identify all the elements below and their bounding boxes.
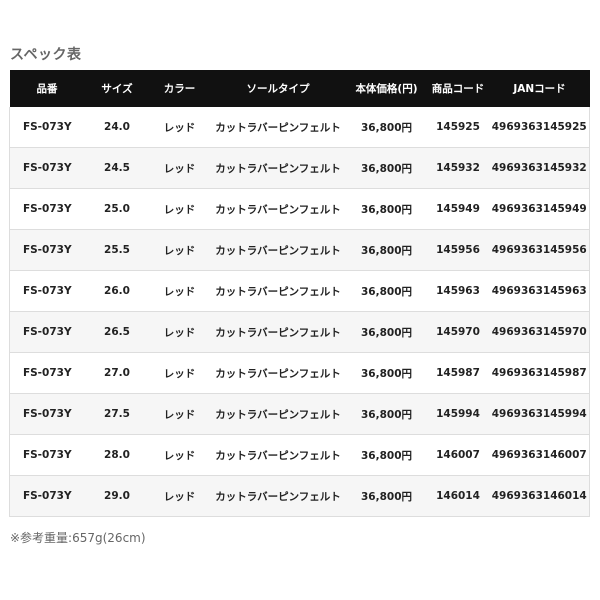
header-size: サイズ — [84, 70, 150, 107]
cell-price: 36,800円 — [346, 107, 427, 148]
cell-sole-type: カットラバーピンフェルト — [209, 270, 347, 312]
cell-size: 24.5 — [84, 147, 150, 189]
cell-product-code: 145963 — [426, 270, 490, 312]
cell-sole-type: カットラバーピンフェルト — [209, 393, 347, 435]
cell-part-number: FS-073Y — [9, 107, 85, 148]
header-sole-type: ソールタイプ — [209, 70, 347, 107]
cell-jan-code: 4969363145925 — [489, 107, 590, 148]
cell-jan-code: 4969363145963 — [489, 270, 590, 312]
cell-sole-type: カットラバーピンフェルト — [209, 229, 347, 271]
table-row: FS-073Y 27.5 レッド カットラバーピンフェルト 36,800円 145994 4… — [9, 393, 590, 435]
cell-jan-code: 4969363145949 — [489, 188, 590, 230]
cell-jan-code: 4969363146007 — [489, 434, 590, 476]
cell-product-code: 145987 — [426, 352, 490, 394]
cell-price: 36,800円 — [346, 434, 427, 476]
spec-table: 品番 サイズ カラー ソールタイプ 本体価格(円) 商品コード JANコード F… — [9, 70, 590, 517]
cell-color: レッド — [149, 107, 210, 148]
cell-size: 28.0 — [84, 434, 150, 476]
cell-part-number: FS-073Y — [9, 475, 85, 517]
cell-price: 36,800円 — [346, 147, 427, 189]
cell-part-number: FS-073Y — [9, 393, 85, 435]
cell-part-number: FS-073Y — [9, 270, 85, 312]
cell-jan-code: 4969363145994 — [489, 393, 590, 435]
cell-sole-type: カットラバーピンフェルト — [209, 475, 347, 517]
cell-product-code: 145949 — [426, 188, 490, 230]
table-row: FS-073Y 25.0 レッド カットラバーピンフェルト 36,800円 145949 4… — [9, 188, 590, 230]
cell-part-number: FS-073Y — [9, 311, 85, 353]
cell-part-number: FS-073Y — [9, 434, 85, 476]
header-product-code: 商品コード — [426, 70, 490, 107]
cell-size: 26.0 — [84, 270, 150, 312]
cell-part-number: FS-073Y — [9, 352, 85, 394]
cell-price: 36,800円 — [346, 475, 427, 517]
cell-price: 36,800円 — [346, 270, 427, 312]
table-row: FS-073Y 24.0 レッド カットラバーピンフェルト 36,800円 145925 4… — [9, 107, 590, 148]
cell-product-code: 146014 — [426, 475, 490, 517]
cell-sole-type: カットラバーピンフェルト — [209, 352, 347, 394]
cell-jan-code: 4969363145932 — [489, 147, 590, 189]
cell-sole-type: カットラバーピンフェルト — [209, 107, 347, 148]
cell-sole-type: カットラバーピンフェルト — [209, 434, 347, 476]
table-row: FS-073Y 28.0 レッド カットラバーピンフェルト 36,800円 146007 4… — [9, 434, 590, 476]
cell-size: 27.5 — [84, 393, 150, 435]
cell-product-code: 145932 — [426, 147, 490, 189]
cell-color: レッド — [149, 475, 210, 517]
cell-sole-type: カットラバーピンフェルト — [209, 311, 347, 353]
header-price: 本体価格(円) — [346, 70, 427, 107]
cell-product-code: 145970 — [426, 311, 490, 353]
cell-price: 36,800円 — [346, 229, 427, 271]
cell-part-number: FS-073Y — [9, 229, 85, 271]
cell-part-number: FS-073Y — [9, 188, 85, 230]
cell-price: 36,800円 — [346, 188, 427, 230]
table-header-row: 品番 サイズ カラー ソールタイプ 本体価格(円) 商品コード JANコード — [9, 70, 590, 107]
header-jan-code: JANコード — [489, 70, 590, 107]
cell-price: 36,800円 — [346, 352, 427, 394]
cell-color: レッド — [149, 188, 210, 230]
table-row: FS-073Y 26.0 レッド カットラバーピンフェルト 36,800円 145963 4… — [9, 270, 590, 312]
cell-product-code: 145956 — [426, 229, 490, 271]
page-title: スペック表 — [10, 47, 82, 63]
cell-product-code: 145925 — [426, 107, 490, 148]
cell-size: 25.5 — [84, 229, 150, 271]
cell-size: 25.0 — [84, 188, 150, 230]
cell-price: 36,800円 — [346, 311, 427, 353]
cell-color: レッド — [149, 393, 210, 435]
cell-sole-type: カットラバーピンフェルト — [209, 147, 347, 189]
cell-jan-code: 4969363146014 — [489, 475, 590, 517]
cell-color: レッド — [149, 229, 210, 271]
cell-jan-code: 4969363145956 — [489, 229, 590, 271]
cell-color: レッド — [149, 352, 210, 394]
cell-jan-code: 4969363145970 — [489, 311, 590, 353]
table-row: FS-073Y 26.5 レッド カットラバーピンフェルト 36,800円 145970 4… — [9, 311, 590, 353]
cell-color: レッド — [149, 147, 210, 189]
cell-sole-type: カットラバーピンフェルト — [209, 188, 347, 230]
cell-product-code: 145994 — [426, 393, 490, 435]
cell-color: レッド — [149, 434, 210, 476]
cell-color: レッド — [149, 311, 210, 353]
table-row: FS-073Y 29.0 レッド カットラバーピンフェルト 36,800円 146014 4… — [9, 475, 590, 517]
weight-note: ※参考重量:657g(26cm) — [10, 531, 146, 545]
table-row: FS-073Y 27.0 レッド カットラバーピンフェルト 36,800円 145987 4… — [9, 352, 590, 394]
cell-price: 36,800円 — [346, 393, 427, 435]
header-color: カラー — [149, 70, 210, 107]
cell-size: 26.5 — [84, 311, 150, 353]
cell-color: レッド — [149, 270, 210, 312]
cell-size: 27.0 — [84, 352, 150, 394]
cell-size: 29.0 — [84, 475, 150, 517]
table-row: FS-073Y 24.5 レッド カットラバーピンフェルト 36,800円 145932 4… — [9, 147, 590, 189]
cell-product-code: 146007 — [426, 434, 490, 476]
cell-part-number: FS-073Y — [9, 147, 85, 189]
header-part-number: 品番 — [9, 70, 85, 107]
table-row: FS-073Y 25.5 レッド カットラバーピンフェルト 36,800円 145956 4… — [9, 229, 590, 271]
cell-size: 24.0 — [84, 107, 150, 148]
cell-jan-code: 4969363145987 — [489, 352, 590, 394]
